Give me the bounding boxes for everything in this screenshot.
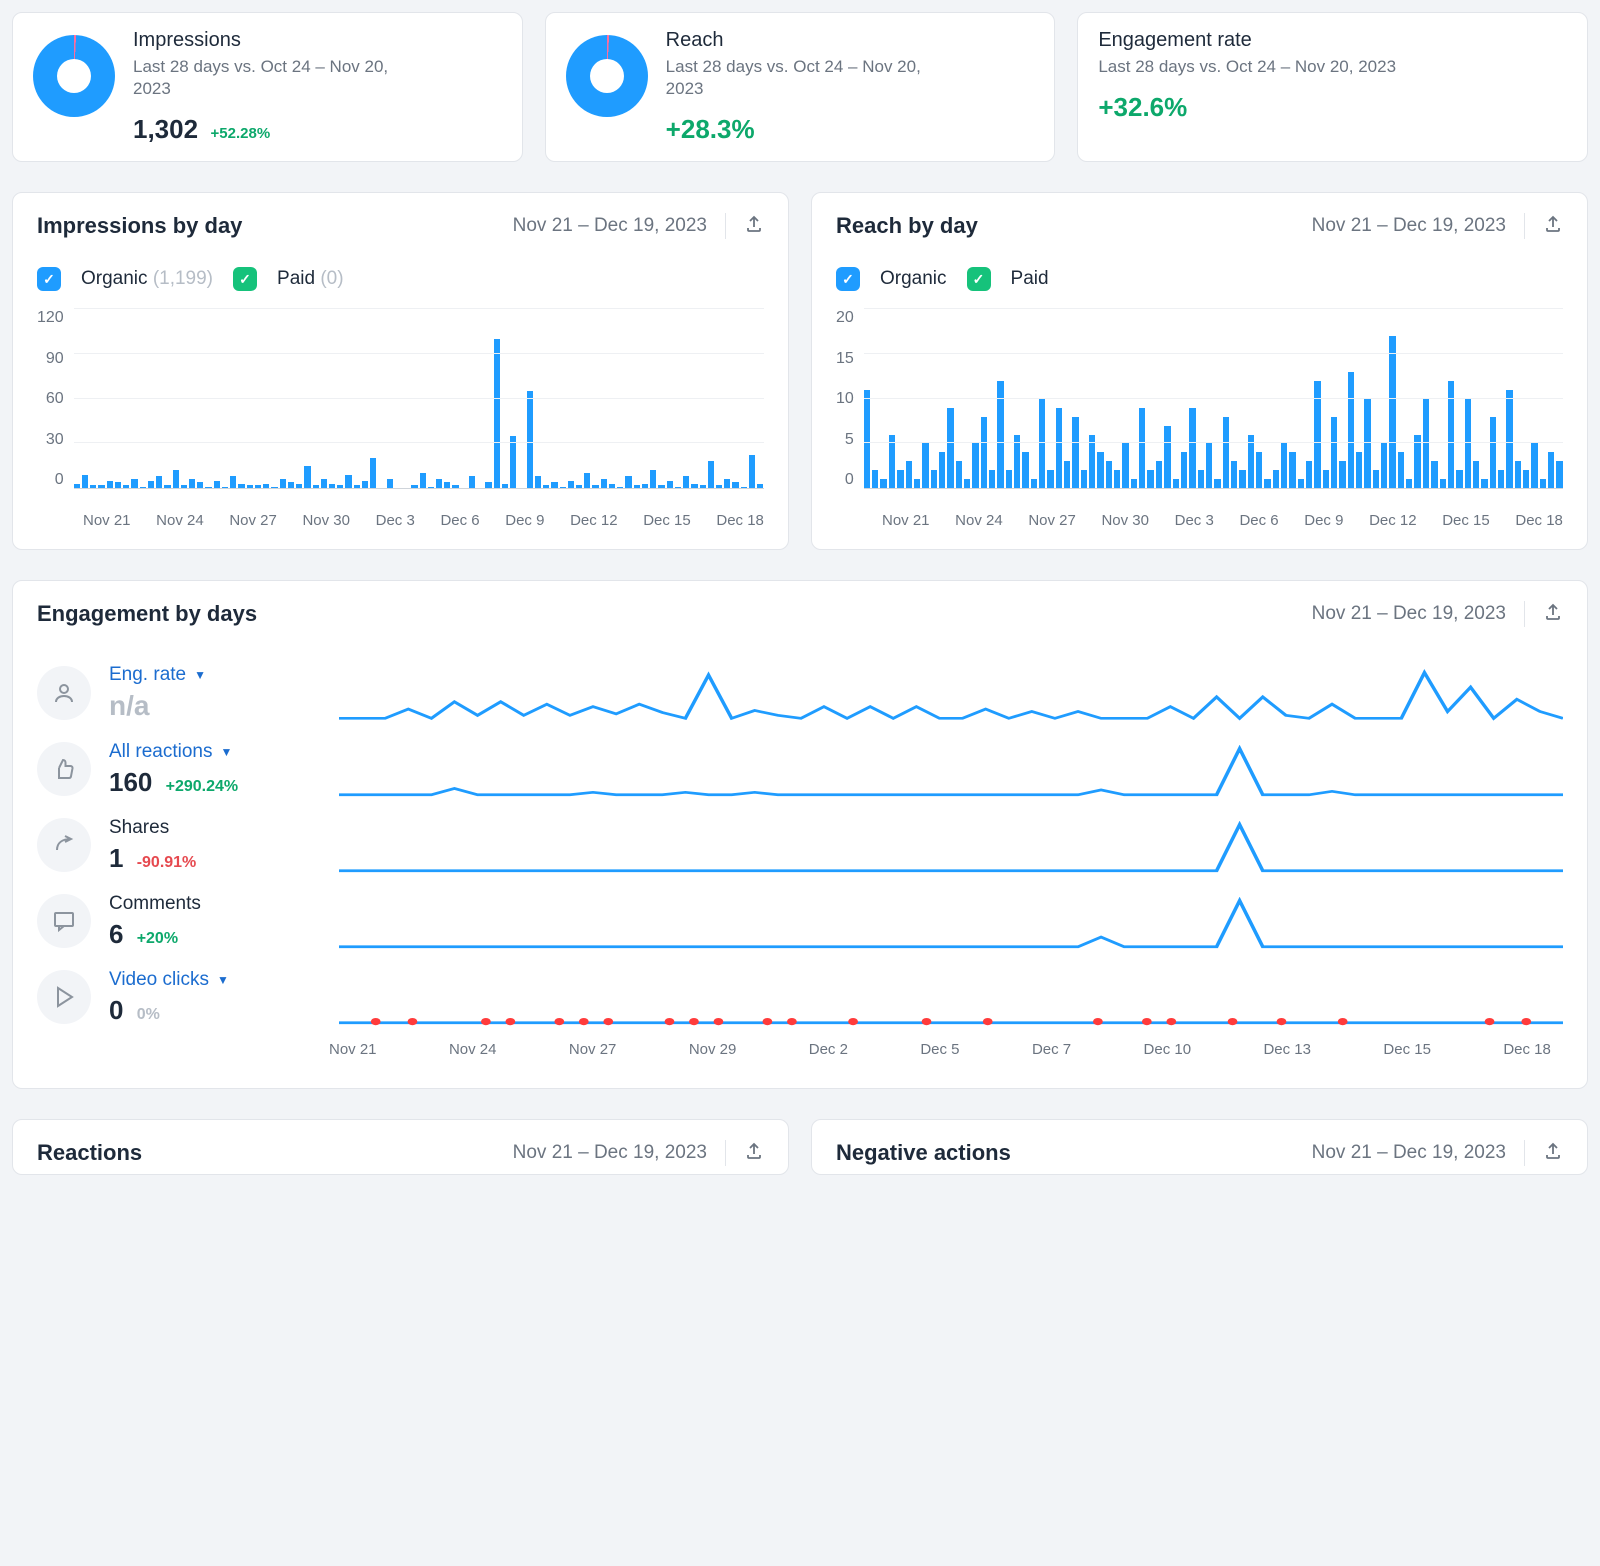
panel-negative-actions: Negative actions Nov 21 – Dec 19, 2023 xyxy=(811,1119,1588,1175)
sparkline-shares xyxy=(339,815,1563,875)
metric-delta: 0% xyxy=(137,1006,160,1023)
divider xyxy=(1524,1140,1525,1166)
metric-value: 6 +20% xyxy=(109,919,201,950)
divider xyxy=(725,1140,726,1166)
rate-icon xyxy=(37,666,91,720)
kpi-impressions[interactable]: Impressions Last 28 days vs. Oct 24 – No… xyxy=(12,12,523,162)
donut-icon xyxy=(33,35,115,117)
chevron-down-icon: ▼ xyxy=(221,745,233,759)
date-range: Nov 21 – Dec 19, 2023 xyxy=(513,1142,707,1164)
engagement-row-comments: Comments 6 +20% xyxy=(37,883,1563,959)
kpi-engagement-rate[interactable]: Engagement rate Last 28 days vs. Oct 24 … xyxy=(1077,12,1588,162)
panel-reach-by-day: Reach by day Nov 21 – Dec 19, 2023 ✓ Org… xyxy=(811,192,1588,550)
metric-value: 160 +290.24% xyxy=(109,767,238,798)
metric-delta: -90.91% xyxy=(137,854,197,871)
kpi-title: Engagement rate xyxy=(1098,29,1396,52)
sparkline-react xyxy=(339,739,1563,799)
metric-label[interactable]: Video clicks▼ xyxy=(109,969,229,991)
chart-legend: ✓ Organic (1,199) ✓ Paid (0) xyxy=(37,267,764,291)
kpi-title: Impressions xyxy=(133,29,413,52)
react-icon xyxy=(37,742,91,796)
chevron-down-icon: ▼ xyxy=(194,668,206,682)
metric-delta: +290.24% xyxy=(166,778,239,795)
date-range: Nov 21 – Dec 19, 2023 xyxy=(1312,215,1506,237)
legend-paid: Paid xyxy=(1011,268,1049,290)
panel-title: Engagement by days xyxy=(37,601,257,627)
chevron-down-icon: ▼ xyxy=(217,973,229,987)
metric-label: Shares xyxy=(109,817,196,839)
metric-value: 1 -90.91% xyxy=(109,843,196,874)
kpi-subtitle: Last 28 days vs. Oct 24 – Nov 20, 2023 xyxy=(1098,56,1396,78)
checkbox-organic[interactable]: ✓ xyxy=(37,267,61,291)
export-icon[interactable] xyxy=(1543,214,1563,239)
metric-label[interactable]: All reactions▼ xyxy=(109,741,238,763)
panel-impressions-by-day: Impressions by day Nov 21 – Dec 19, 2023… xyxy=(12,192,789,550)
metric-label: Comments xyxy=(109,893,201,915)
export-icon[interactable] xyxy=(1543,602,1563,627)
legend-organic-count: (1,199) xyxy=(153,268,213,289)
legend-organic: Organic xyxy=(880,268,947,290)
kpi-value: +28.3% xyxy=(666,114,755,144)
kpi-row: Impressions Last 28 days vs. Oct 24 – No… xyxy=(12,12,1588,162)
checkbox-paid[interactable]: ✓ xyxy=(967,267,991,291)
export-icon[interactable] xyxy=(744,1141,764,1166)
legend-organic: Organic xyxy=(81,268,148,289)
shares-icon xyxy=(37,818,91,872)
panel-engagement-by-days: Engagement by days Nov 21 – Dec 19, 2023… xyxy=(12,580,1588,1089)
engagement-row-react: All reactions▼ 160 +290.24% xyxy=(37,731,1563,807)
kpi-value: 1,302 xyxy=(133,114,198,144)
engagement-row-video: Video clicks▼ 0 0% xyxy=(37,959,1563,1035)
kpi-subtitle: Last 28 days vs. Oct 24 – Nov 20, 2023 xyxy=(666,56,946,100)
metric-value: n/a xyxy=(109,690,206,722)
checkbox-organic[interactable]: ✓ xyxy=(836,267,860,291)
engagement-row-shares: Shares 1 -90.91% xyxy=(37,807,1563,883)
divider xyxy=(725,213,726,239)
metric-delta: +20% xyxy=(137,930,178,947)
donut-icon xyxy=(566,35,648,117)
export-icon[interactable] xyxy=(744,214,764,239)
date-range: Nov 21 – Dec 19, 2023 xyxy=(513,215,707,237)
sparkline-rate xyxy=(339,663,1563,723)
metric-label[interactable]: Eng. rate▼ xyxy=(109,664,206,686)
divider xyxy=(1524,213,1525,239)
kpi-subtitle: Last 28 days vs. Oct 24 – Nov 20, 2023 xyxy=(133,56,413,100)
kpi-title: Reach xyxy=(666,29,946,52)
chart-legend: ✓ Organic ✓ Paid xyxy=(836,267,1563,291)
panel-reactions: Reactions Nov 21 – Dec 19, 2023 xyxy=(12,1119,789,1175)
kpi-delta: +52.28% xyxy=(211,125,271,142)
chart-impressions: 1209060300 Nov 21Nov 24Nov 27Nov 30Dec 3… xyxy=(37,309,764,529)
panel-title: Impressions by day xyxy=(37,213,242,239)
legend-paid: Paid xyxy=(277,268,315,289)
engagement-row-rate: Eng. rate▼ n/a xyxy=(37,655,1563,731)
panel-title: Negative actions xyxy=(836,1140,1011,1166)
kpi-value: +32.6% xyxy=(1098,92,1187,122)
sparkline-comments xyxy=(339,891,1563,951)
date-range: Nov 21 – Dec 19, 2023 xyxy=(1312,603,1506,625)
comments-icon xyxy=(37,894,91,948)
video-icon xyxy=(37,970,91,1024)
date-range: Nov 21 – Dec 19, 2023 xyxy=(1312,1142,1506,1164)
divider xyxy=(1524,601,1525,627)
kpi-reach[interactable]: Reach Last 28 days vs. Oct 24 – Nov 20, … xyxy=(545,12,1056,162)
panel-title: Reach by day xyxy=(836,213,978,239)
export-icon[interactable] xyxy=(1543,1141,1563,1166)
panel-title: Reactions xyxy=(37,1140,142,1166)
metric-value: 0 0% xyxy=(109,995,229,1026)
checkbox-paid[interactable]: ✓ xyxy=(233,267,257,291)
sparkline-video xyxy=(339,967,1563,1027)
chart-reach: 20151050 Nov 21Nov 24Nov 27Nov 30Dec 3De… xyxy=(836,309,1563,529)
legend-paid-count: (0) xyxy=(320,268,343,289)
